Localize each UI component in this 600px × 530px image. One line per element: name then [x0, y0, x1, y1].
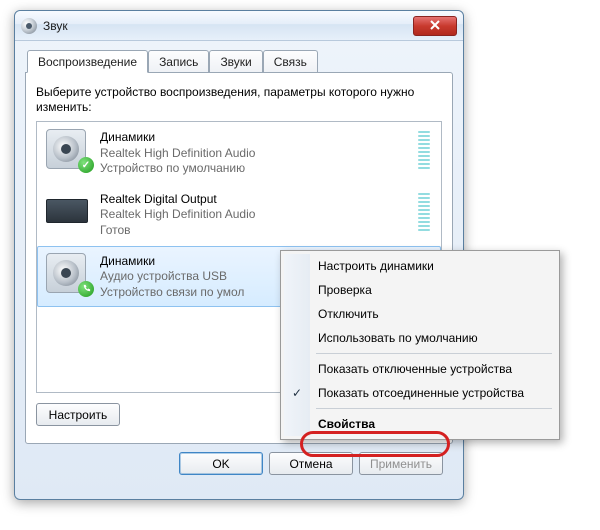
tab-strip: Воспроизведение Запись Звуки Связь — [27, 49, 453, 72]
titlebar[interactable]: Звук — [15, 11, 463, 41]
tab-recording[interactable]: Запись — [148, 50, 209, 73]
speaker-icon — [46, 253, 90, 293]
cm-test[interactable]: Проверка — [284, 278, 556, 302]
check-icon: ✓ — [292, 386, 302, 400]
tab-communications[interactable]: Связь — [263, 50, 318, 73]
cm-configure-speakers[interactable]: Настроить динамики — [284, 254, 556, 278]
cm-set-default[interactable]: Использовать по умолчанию — [284, 326, 556, 350]
cm-properties[interactable]: Свойства — [284, 412, 556, 436]
device-driver: Realtek High Definition Audio — [100, 146, 408, 162]
digital-output-icon — [46, 191, 90, 231]
cm-separator — [316, 353, 552, 354]
configure-button[interactable]: Настроить — [36, 403, 120, 426]
speaker-icon — [46, 129, 90, 169]
cm-disable[interactable]: Отключить — [284, 302, 556, 326]
device-name: Динамики — [100, 130, 408, 146]
device-item[interactable]: Динамики Realtek High Definition Audio У… — [37, 122, 441, 184]
dialog-buttons: OK Отмена Применить — [25, 444, 453, 475]
default-comm-badge — [78, 281, 94, 297]
device-status: Устройство по умолчанию — [100, 161, 408, 177]
window-title: Звук — [43, 19, 413, 33]
context-menu: Настроить динамики Проверка Отключить Ис… — [280, 250, 560, 440]
ok-button[interactable]: OK — [179, 452, 263, 475]
device-status: Готов — [100, 223, 408, 239]
cm-show-disconnected[interactable]: ✓ Показать отсоединенные устройства — [284, 381, 556, 405]
level-meter — [418, 193, 430, 231]
tab-sounds[interactable]: Звуки — [209, 50, 262, 73]
device-text: Realtek Digital Output Realtek High Defi… — [100, 191, 408, 239]
cancel-button[interactable]: Отмена — [269, 452, 353, 475]
device-item[interactable]: Realtek Digital Output Realtek High Defi… — [37, 184, 441, 246]
cm-label: Показать отсоединенные устройства — [318, 386, 524, 400]
apply-button[interactable]: Применить — [359, 452, 443, 475]
device-text: Динамики Realtek High Definition Audio У… — [100, 129, 408, 177]
close-icon — [430, 19, 440, 33]
cm-separator — [316, 408, 552, 409]
default-check-badge — [78, 157, 94, 173]
level-meter — [418, 131, 430, 169]
sound-icon — [21, 18, 37, 34]
device-driver: Realtek High Definition Audio — [100, 207, 408, 223]
device-name: Realtek Digital Output — [100, 192, 408, 208]
cm-show-disabled[interactable]: Показать отключенные устройства — [284, 357, 556, 381]
tab-playback[interactable]: Воспроизведение — [27, 50, 148, 73]
instruction-text: Выберите устройство воспроизведения, пар… — [36, 85, 442, 115]
close-button[interactable] — [413, 16, 457, 36]
